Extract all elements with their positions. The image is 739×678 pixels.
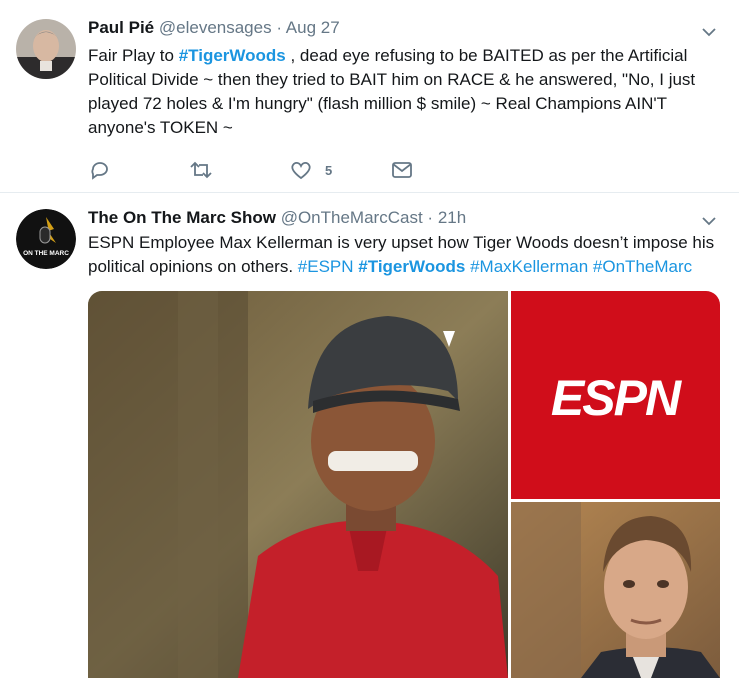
- tweet-header: The On The Marc Show @OnTheMarcCast · 21…: [88, 208, 466, 228]
- tweet-actions: 5: [88, 158, 488, 182]
- author-name[interactable]: The On The Marc Show: [88, 208, 276, 227]
- message-button[interactable]: [390, 158, 414, 182]
- tweet-text: Fair Play to #TigerWoods , dead eye refu…: [88, 44, 720, 140]
- hashtag-text: #TigerWoods: [178, 46, 286, 65]
- avatar-text: ON THE MARC: [23, 250, 69, 257]
- hashtag-link[interactable]: #TigerWoods: [179, 46, 286, 65]
- heart-icon: [291, 161, 311, 180]
- author-handle[interactable]: @elevensages: [159, 18, 272, 37]
- hashtag-maxkellerman[interactable]: #MaxKellerman: [470, 257, 588, 276]
- timestamp[interactable]: 21h: [438, 208, 466, 227]
- media-grid: ESPN: [88, 291, 720, 678]
- tweet-2[interactable]: ON THE MARC The On The Marc Show @OnTheM…: [0, 193, 739, 678]
- envelope-icon: [392, 162, 412, 178]
- photo-tiger-woods[interactable]: [88, 291, 508, 678]
- retweet-icon: [190, 161, 212, 179]
- avatar[interactable]: [16, 19, 76, 79]
- reply-icon: [91, 162, 108, 180]
- photo-espn-logo[interactable]: ESPN: [511, 291, 720, 499]
- photo-max-kellerman[interactable]: [511, 502, 720, 678]
- text-part: Fair Play to: [88, 46, 179, 65]
- like-count: 5: [325, 162, 333, 178]
- hashtag-onthemarc[interactable]: #OnTheMarc: [593, 257, 692, 276]
- hashtag-espn[interactable]: #ESPN: [298, 257, 354, 276]
- timestamp[interactable]: Aug 27: [286, 18, 340, 37]
- author-name[interactable]: Paul Pié: [88, 18, 154, 37]
- avatar[interactable]: ON THE MARC: [16, 209, 76, 269]
- separator: ·: [427, 208, 434, 227]
- author-handle[interactable]: @OnTheMarcCast: [281, 208, 423, 227]
- hashtag-text: #TigerWoods: [358, 257, 466, 276]
- tweet-header: Paul Pié @elevensages · Aug 27: [88, 18, 340, 38]
- espn-logo-text: ESPN: [551, 370, 682, 426]
- chevron-down-icon[interactable]: [701, 213, 717, 229]
- like-button[interactable]: 5: [289, 158, 332, 182]
- chevron-down-icon[interactable]: [701, 24, 717, 40]
- retweet-button[interactable]: [189, 158, 213, 182]
- separator: ·: [276, 18, 282, 37]
- tweet-text: ESPN Employee Max Kellerman is very upse…: [88, 231, 720, 279]
- reply-button[interactable]: [88, 158, 112, 182]
- hashtag-tigerwoods[interactable]: #TigerWoods: [358, 257, 465, 276]
- tweet-1[interactable]: Paul Pié @elevensages · Aug 27 Fair Play…: [0, 0, 739, 193]
